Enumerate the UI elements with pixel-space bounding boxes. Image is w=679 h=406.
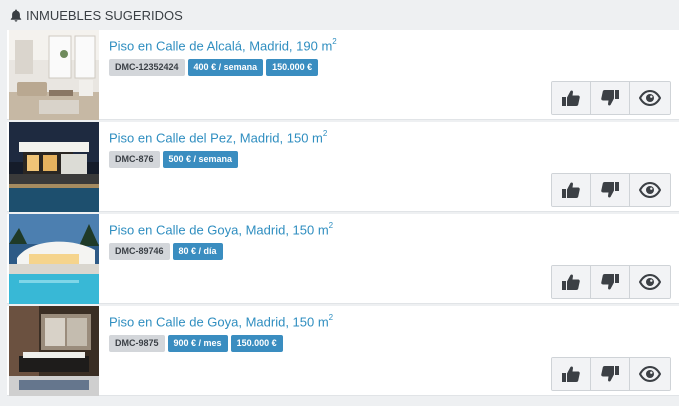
thumbs-down-icon: [600, 181, 620, 199]
property-list: Piso en Calle de Alcalá, Madrid, 190 m2 …: [7, 30, 679, 398]
view-button[interactable]: [630, 174, 670, 206]
property-title-link[interactable]: Piso en Calle de Alcalá, Madrid, 190 m2: [109, 37, 337, 53]
reference-badge: DMC-89746: [109, 243, 170, 260]
price-badge: 80 € / día: [172, 243, 223, 260]
property-photo[interactable]: [9, 122, 99, 212]
property-card: Piso en Calle de Goya, Madrid, 150 m2 DM…: [7, 214, 679, 304]
eye-icon: [639, 366, 661, 382]
property-tags: DMC-89746 80 € / día: [109, 243, 223, 260]
property-actions: [551, 173, 671, 207]
view-button[interactable]: [630, 82, 670, 114]
price-badge: 900 € / mes: [167, 335, 228, 352]
property-actions: [551, 265, 671, 299]
eye-icon: [639, 90, 661, 106]
view-button[interactable]: [630, 266, 670, 298]
property-actions: [551, 81, 671, 115]
property-tags: DMC-876 500 € / semana: [109, 151, 239, 168]
like-button[interactable]: [552, 358, 591, 390]
property-title-link[interactable]: Piso en Calle del Pez, Madrid, 150 m2: [109, 129, 327, 145]
price-badge: 400 € / semana: [187, 59, 264, 76]
eye-icon: [639, 274, 661, 290]
thumbs-up-icon: [561, 365, 581, 383]
thumbs-down-icon: [600, 89, 620, 107]
price-badge: 500 € / semana: [162, 151, 239, 168]
property-title-link[interactable]: Piso en Calle de Goya, Madrid, 150 m2: [109, 313, 333, 329]
reference-badge: DMC-876: [109, 151, 160, 168]
view-button[interactable]: [630, 358, 670, 390]
property-tags: DMC-12352424 400 € / semana 150.000 €: [109, 59, 319, 76]
price-badge: 150.000 €: [230, 335, 283, 352]
bell-icon: [10, 9, 22, 22]
thumbs-down-icon: [600, 273, 620, 291]
property-card: Piso en Calle del Pez, Madrid, 150 m2 DM…: [7, 122, 679, 212]
thumbs-down-icon: [600, 365, 620, 383]
like-button[interactable]: [552, 82, 591, 114]
price-badge: 150.000 €: [266, 59, 319, 76]
suggested-properties-panel: INMUEBLES SUGERIDOS Piso en Calle de Alc…: [0, 0, 679, 406]
thumbs-up-icon: [561, 273, 581, 291]
eye-icon: [639, 182, 661, 198]
dislike-button[interactable]: [591, 358, 630, 390]
property-photo[interactable]: [9, 214, 99, 304]
property-photo[interactable]: [9, 306, 99, 396]
thumbs-up-icon: [561, 181, 581, 199]
thumbs-up-icon: [561, 89, 581, 107]
like-button[interactable]: [552, 174, 591, 206]
property-photo[interactable]: [9, 30, 99, 120]
reference-badge: DMC-9875: [109, 335, 165, 352]
reference-badge: DMC-12352424: [109, 59, 185, 76]
property-title-link[interactable]: Piso en Calle de Goya, Madrid, 150 m2: [109, 221, 333, 237]
dislike-button[interactable]: [591, 174, 630, 206]
property-tags: DMC-9875 900 € / mes 150.000 €: [109, 335, 283, 352]
property-card: Piso en Calle de Alcalá, Madrid, 190 m2 …: [7, 30, 679, 120]
property-card: Piso en Calle de Goya, Madrid, 150 m2 DM…: [7, 306, 679, 396]
panel-header: INMUEBLES SUGERIDOS: [0, 0, 679, 30]
dislike-button[interactable]: [591, 82, 630, 114]
property-actions: [551, 357, 671, 391]
like-button[interactable]: [552, 266, 591, 298]
dislike-button[interactable]: [591, 266, 630, 298]
panel-title: INMUEBLES SUGERIDOS: [26, 7, 183, 23]
